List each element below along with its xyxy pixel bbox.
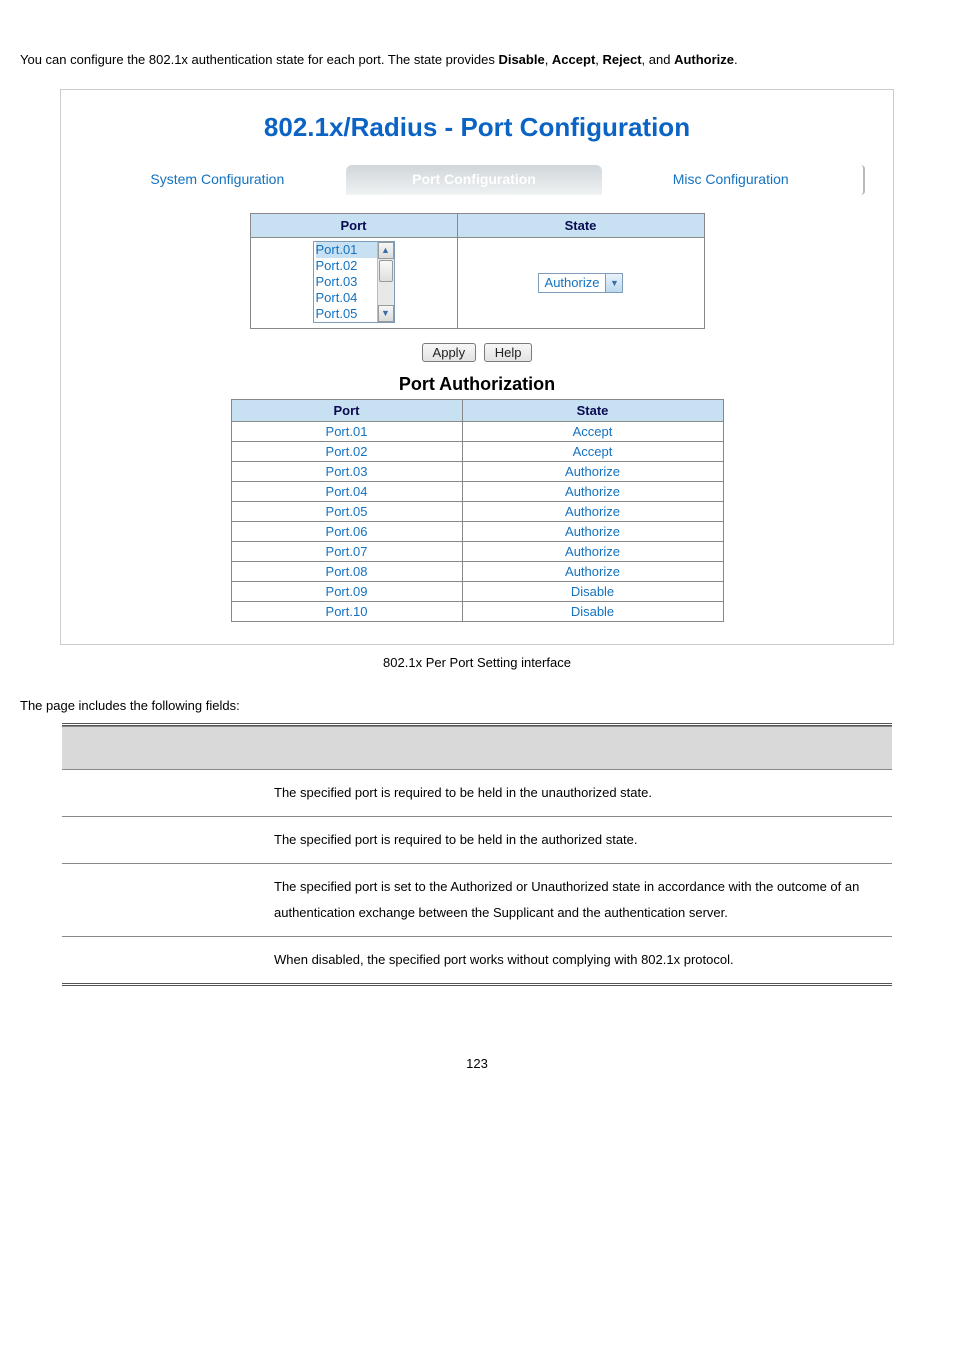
listbox-scrollbar[interactable]: ▲ ▼ [377,242,394,322]
auth-port-header: Port [231,399,462,421]
tab-misc-configuration[interactable]: Misc Configuration [602,165,859,195]
state-disable: Disable [498,52,544,67]
screenshot-panel: 802.1x/Radius - Port Configuration Syste… [60,89,894,645]
desc-header-object: Object [62,726,268,769]
tab-port-configuration[interactable]: Port Configuration [346,165,603,195]
table-row: Port.05Authorize [231,501,723,521]
help-button[interactable]: Help [484,343,533,362]
table-row: Port.06Authorize [231,521,723,541]
desc-disable: When disabled, the specified port works … [268,936,892,984]
table-row: Port.01Accept [231,421,723,441]
state-reject: Reject [603,52,642,67]
obj-disable: Disable [62,936,268,984]
state-authorize: Authorize [674,52,734,67]
intro-prefix: You can configure the 802.1x authenticat… [20,52,498,67]
state-accept: Accept [552,52,595,67]
auth-state-header: State [462,399,723,421]
port-config-table: Port State Port.01 Port.02 Port.03 Port.… [250,213,705,329]
table-row: Port.03Authorize [231,461,723,481]
table-row: Authorized The specified port is set to … [62,863,892,936]
intro-paragraph: You can configure the 802.1x authenticat… [20,50,934,71]
table-row: Port.07Authorize [231,541,723,561]
desc-reject: The specified port is required to be hel… [268,769,892,816]
tab-system-configuration[interactable]: System Configuration [89,165,346,195]
dropdown-value: Authorize [539,274,606,291]
tab-label: Misc Configuration [673,171,789,187]
scroll-thumb[interactable] [379,260,393,282]
scroll-up-icon[interactable]: ▲ [378,242,394,259]
chevron-down-icon[interactable]: ▼ [605,274,622,292]
port-listbox[interactable]: Port.01 Port.02 Port.03 Port.04 Port.05 … [313,241,395,323]
tab-label: Port Configuration [412,171,536,187]
table-row: Port.04Authorize [231,481,723,501]
apply-button[interactable]: Apply [422,343,477,362]
table-row: Reject The specified port is required to… [62,769,892,816]
state-header: State [457,213,704,237]
tab-bar: System Configuration Port Configuration … [89,165,865,195]
port-authorization-table: Port State Port.01Accept Port.02Accept P… [231,399,724,622]
table-row: Accept The specified port is required to… [62,816,892,863]
port-authorization-heading: Port Authorization [81,374,873,395]
description-table: Object Description Reject The specified … [62,723,892,986]
table-row: Port.02Accept [231,441,723,461]
panel-title: 802.1x/Radius - Port Configuration [81,112,873,143]
fields-intro: The page includes the following fields: [20,696,934,717]
scroll-down-icon[interactable]: ▼ [378,305,394,322]
table-row: Port.08Authorize [231,561,723,581]
table-row: Port.09Disable [231,581,723,601]
state-dropdown[interactable]: Authorize ▼ [538,273,624,293]
tab-label: System Configuration [150,171,284,187]
figure-caption: 802.1x Per Port Setting interface [20,655,934,670]
obj-accept: Accept [62,816,268,863]
obj-reject: Reject [62,769,268,816]
desc-accept: The specified port is required to be hel… [268,816,892,863]
desc-header-description: Description [268,726,892,769]
obj-authorized: Authorized [62,863,268,936]
table-row: Port.10Disable [231,601,723,621]
page-number: 123 [20,1056,934,1071]
table-row: Disable When disabled, the specified por… [62,936,892,984]
port-header: Port [250,213,457,237]
desc-authorized: The specified port is set to the Authori… [268,863,892,936]
